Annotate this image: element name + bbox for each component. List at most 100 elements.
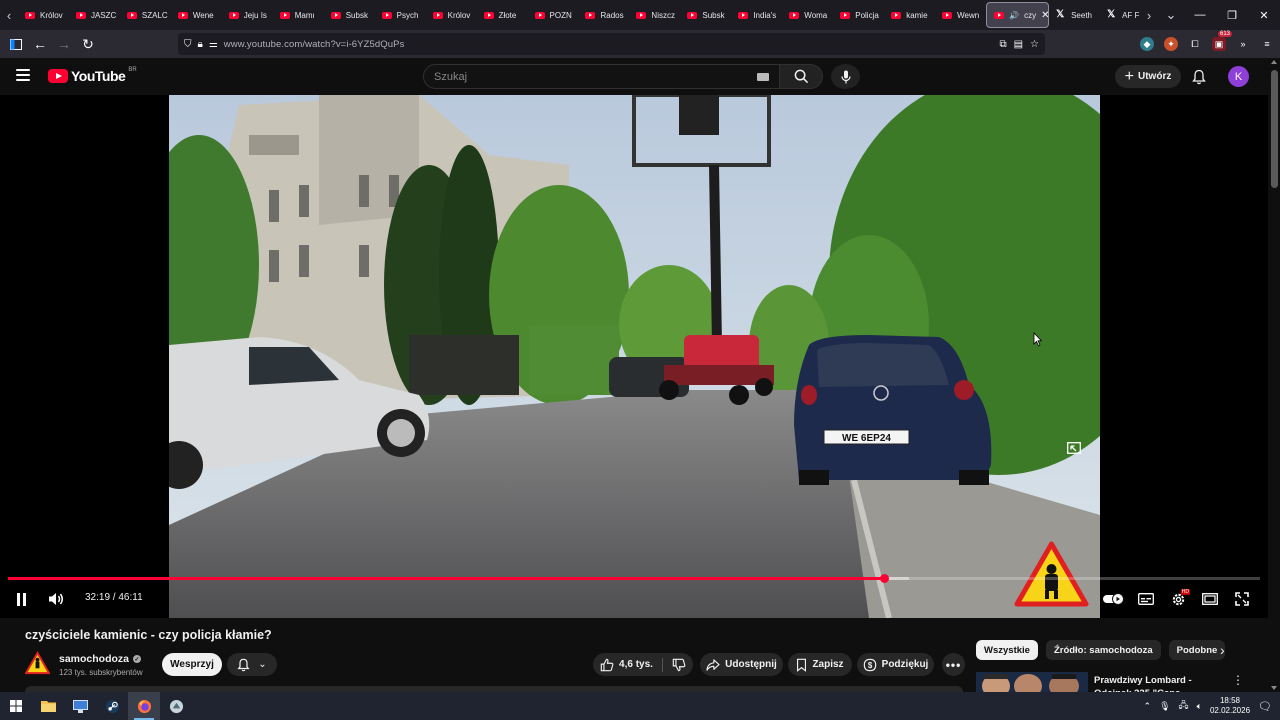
recommended-video-thumbnail[interactable] — [976, 672, 1088, 692]
more-tools-chevron-icon[interactable]: » — [1236, 37, 1250, 51]
chip-related[interactable]: Podobne — [1168, 640, 1226, 660]
forward-icon[interactable]: → — [52, 32, 76, 56]
progress-bar[interactable] — [8, 574, 1260, 583]
browser-tab[interactable]: Wene — [171, 2, 222, 28]
youtube-logo[interactable]: YouTube BR — [48, 67, 137, 84]
search-input[interactable]: Szukaj — [423, 64, 780, 89]
lock-icon[interactable]: 🔒︎ — [198, 39, 203, 50]
video-player[interactable]: WE 6EP24 32:19 / 46:11 HD — [0, 95, 1268, 618]
scroll-thumb[interactable] — [1271, 70, 1278, 188]
tab-active[interactable]: 🔊 czy ✕ — [986, 2, 1050, 28]
create-button[interactable]: + Utwórz — [1115, 65, 1181, 88]
pause-button[interactable] — [10, 589, 32, 609]
file-explorer-icon[interactable] — [32, 692, 64, 720]
reader-view-icon[interactable]: ▤ — [1014, 39, 1023, 50]
permissions-icon[interactable]: ⚌ — [209, 39, 218, 50]
minimize-icon[interactable]: — — [1184, 0, 1216, 30]
back-icon[interactable]: ← — [28, 32, 52, 56]
notifications-tray-icon[interactable]: 🗨︎ — [1258, 700, 1272, 713]
channel-name-text[interactable]: samochodoza — [59, 653, 129, 665]
browser-tab[interactable]: Niszcz — [629, 2, 680, 28]
browser-tab[interactable]: Woma — [782, 2, 833, 28]
browser-tab[interactable]: Psych — [375, 2, 426, 28]
guide-menu-icon[interactable] — [16, 69, 30, 81]
scroll-up-arrow-icon[interactable] — [1271, 60, 1277, 64]
voice-search-button[interactable] — [831, 64, 860, 89]
browser-tab[interactable]: Jeju Is — [222, 2, 273, 28]
vpn-app-icon[interactable] — [160, 692, 192, 720]
browser-tab[interactable]: POZN — [528, 2, 579, 28]
chip-all[interactable]: Wszystkie — [976, 640, 1038, 660]
browser-tab[interactable]: Subsk — [324, 2, 375, 28]
miniplayer-icon[interactable] — [1067, 442, 1081, 454]
computer-app-icon[interactable] — [64, 692, 96, 720]
tab-scroll-right-icon[interactable]: › — [1140, 0, 1158, 30]
browser-tab[interactable]: India's — [731, 2, 782, 28]
tab-scroll-left-icon[interactable]: ‹ — [0, 0, 18, 30]
browser-tab[interactable]: Złote — [477, 2, 528, 28]
fox-extension-icon[interactable]: ✦ — [1164, 37, 1178, 51]
save-button[interactable]: Zapisz — [788, 653, 852, 676]
speaker-tray-icon[interactable]: 🔈︎ — [1197, 701, 1202, 712]
windows-start-icon[interactable] — [0, 692, 32, 720]
chip-from-channel[interactable]: Źródło: samochodoza — [1045, 640, 1161, 660]
browser-tab[interactable]: kamie — [884, 2, 935, 28]
subtitles-button[interactable] — [1135, 589, 1157, 609]
browser-tab[interactable]: Królov — [426, 2, 477, 28]
reload-icon[interactable]: ↻ — [76, 32, 100, 56]
browser-tab[interactable]: Subsk — [680, 2, 731, 28]
bookmark-star-icon[interactable]: ☆ — [1030, 39, 1039, 50]
thumbs-up-icon[interactable] — [600, 658, 614, 672]
settings-button[interactable]: HD — [1167, 589, 1190, 609]
browser-tab[interactable]: Rados — [578, 2, 629, 28]
url-text[interactable]: www.youtube.com/watch?v=i-6YZ5dQuPs — [224, 39, 405, 50]
browser-tab[interactable]: JASZC — [69, 2, 120, 28]
restore-icon[interactable]: ❐ — [1216, 0, 1248, 30]
theater-mode-button[interactable] — [1199, 589, 1221, 609]
subscription-bell-button[interactable]: ⌄ — [227, 653, 277, 676]
channel-name[interactable]: samochodoza ✓ — [59, 653, 142, 665]
close-window-icon[interactable]: ✕ — [1248, 0, 1280, 30]
notifications-button[interactable] — [1190, 67, 1208, 87]
vpn-extension-icon[interactable]: ◆ — [1140, 37, 1154, 51]
tab-close-icon[interactable]: ✕ — [1041, 10, 1048, 21]
sidebar-toggle-icon[interactable] — [4, 32, 28, 56]
progress-scrubber[interactable] — [879, 574, 889, 583]
address-bar[interactable]: ⛉ 🔒︎ ⚌ www.youtube.com/watch?v=i-6YZ5dQu… — [178, 33, 1045, 55]
keyboard-icon[interactable] — [757, 73, 769, 81]
list-all-tabs-icon[interactable]: ⌄ — [1158, 0, 1184, 30]
ublock-extension-icon[interactable]: ▣ 613 — [1212, 31, 1232, 51]
tracking-shield-icon[interactable]: ⛉ — [184, 39, 192, 50]
more-vertical-icon[interactable]: ⋮ — [1232, 673, 1244, 687]
browser-tab[interactable]: Wewn — [935, 2, 986, 28]
app-menu-icon[interactable]: ≡ — [1260, 37, 1274, 51]
volume-button[interactable] — [45, 589, 67, 609]
firefox-icon[interactable] — [128, 692, 160, 720]
more-actions-button[interactable]: ••• — [942, 653, 965, 676]
account-avatar[interactable]: K — [1228, 66, 1249, 87]
browser-tab[interactable]: SZALC — [120, 2, 171, 28]
tab-x-aff[interactable]: 𝕏 AF F — [1100, 2, 1140, 28]
scroll-down-arrow-icon[interactable] — [1271, 686, 1277, 690]
microphone-tray-icon[interactable]: 🎙︎ — [1159, 701, 1170, 712]
like-count[interactable]: 4,6 tys. — [619, 659, 653, 670]
extensions-puzzle-icon[interactable]: ⧠ — [1188, 37, 1202, 51]
video-frame[interactable]: WE 6EP24 — [169, 95, 1100, 618]
browser-tab[interactable]: Mamı — [273, 2, 324, 28]
thanks-button[interactable]: $ Podziękuj — [857, 653, 934, 676]
channel-avatar-icon[interactable] — [25, 651, 50, 676]
steam-icon[interactable] — [96, 692, 128, 720]
tray-chevron-up-icon[interactable]: ⌃ — [1144, 701, 1152, 712]
thumbs-down-icon[interactable] — [672, 658, 686, 672]
browser-tab[interactable]: Policja — [833, 2, 884, 28]
recommended-video-title[interactable]: Prawdziwy Lombard - Odcinek 325 "Cena za… — [1094, 674, 1224, 692]
browser-tab[interactable]: Królov — [18, 2, 69, 28]
clock[interactable]: 18:58 02.02.2026 — [1210, 696, 1250, 716]
fullscreen-button[interactable] — [1231, 589, 1253, 609]
page-scrollbar[interactable] — [1268, 58, 1280, 692]
picture-in-picture-icon[interactable]: ⧉ — [999, 39, 1006, 50]
share-button[interactable]: Udostępnij — [700, 653, 783, 676]
search-button[interactable] — [780, 64, 823, 89]
tab-x-seeth[interactable]: 𝕏 Seeth — [1049, 2, 1100, 28]
autoplay-toggle[interactable] — [1103, 589, 1125, 609]
